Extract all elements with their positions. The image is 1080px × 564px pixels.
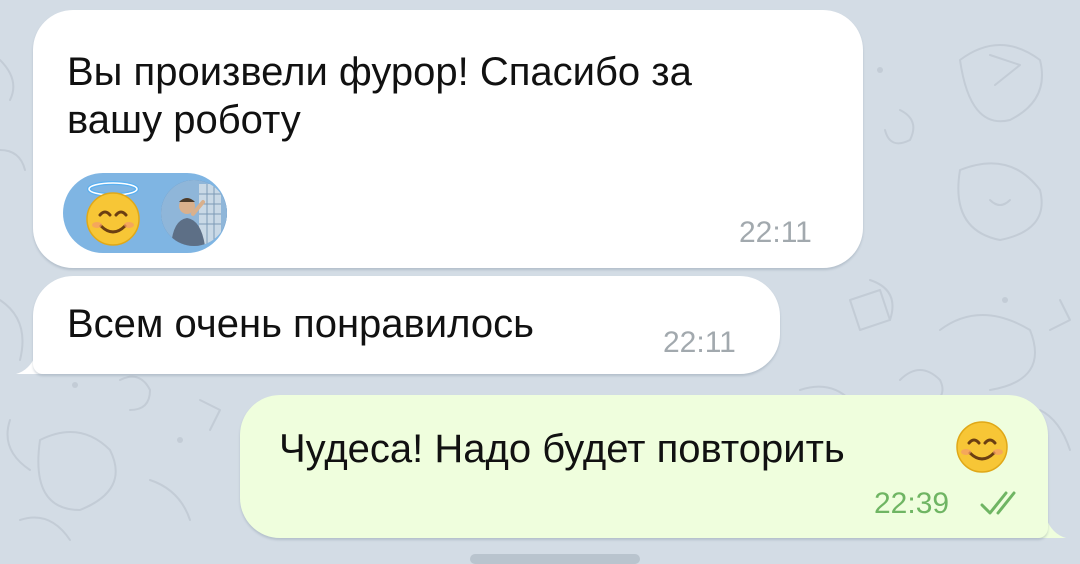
- message-time: 22:39: [874, 487, 950, 520]
- message-text: Чудеса! Надо будет повторить: [279, 427, 845, 471]
- avatar: [161, 180, 227, 246]
- double-check-icon: [980, 491, 1016, 515]
- reaction-chip[interactable]: [63, 173, 227, 253]
- message-text-line: вашу роботу: [67, 98, 301, 142]
- incoming-message-bubble[interactable]: Всем очень понравилось 22:11: [33, 276, 780, 374]
- message-text: Всем очень понравилось: [67, 302, 534, 346]
- message-time: 22:11: [739, 216, 812, 249]
- smiling-face-with-halo-icon: [86, 181, 140, 246]
- message-text-line: Вы произвели фурор! Спасибо за: [67, 50, 692, 94]
- message-time: 22:11: [663, 326, 736, 359]
- smiling-face-icon: [956, 421, 1008, 473]
- user-photo-icon: [161, 180, 227, 246]
- scroll-indicator: [470, 554, 640, 564]
- incoming-message-bubble[interactable]: Вы произвели фурор! Спасибо за вашу робо…: [33, 10, 863, 268]
- outgoing-message-bubble[interactable]: Чудеса! Надо будет повторить 22:39: [240, 395, 1048, 538]
